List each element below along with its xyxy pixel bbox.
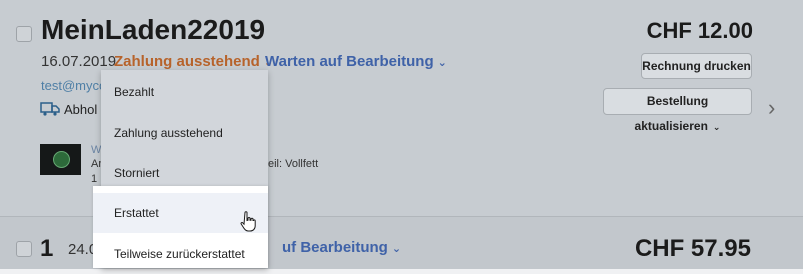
product-variant-detail: eil: Vollfett — [268, 158, 319, 170]
fulfillment-status-label: Warten auf Bearbeitung — [265, 53, 434, 70]
order-total: CHF 57.95 — [634, 235, 751, 262]
order-number: 1 — [40, 235, 54, 262]
clock-icon — [53, 151, 70, 168]
order-select-checkbox[interactable] — [16, 26, 32, 42]
print-invoice-button[interactable]: Rechnung drucken — [641, 53, 752, 79]
order-date: 16.07.2019 — [41, 53, 117, 70]
chevron-down-icon: ⌄ — [712, 122, 721, 132]
order-select-checkbox[interactable] — [16, 241, 32, 257]
fulfillment-status-label: uf Bearbeitung — [282, 239, 388, 256]
fulfillment-status-dropdown[interactable]: Warten auf Bearbeitung ⌄ — [265, 53, 447, 70]
order-total: CHF 12.00 — [646, 18, 753, 43]
delivery-method-label: Abhol — [64, 102, 98, 117]
menu-item-bezahlt[interactable]: Bezahlt — [101, 72, 268, 112]
menu-item-teilweise-zurueckerstattet[interactable]: Teilweise zurückerstattet — [93, 234, 268, 274]
update-order-button[interactable]: Bestellung aktualisieren ⌄ — [603, 88, 752, 133]
order-title: MeinLaden22019 — [41, 14, 266, 45]
chevron-down-icon: ⌄ — [391, 243, 402, 255]
payment-status-label: Zahlung ausstehend — [114, 53, 260, 70]
hand-cursor-icon — [240, 211, 256, 232]
fulfillment-status-dropdown[interactable]: uf Bearbeitung ⌄ — [282, 239, 401, 256]
truck-icon — [40, 102, 60, 116]
customer-email-link[interactable]: test@myco — [41, 78, 106, 93]
update-order-label: Bestellung aktualisieren — [634, 94, 709, 133]
chevron-right-icon[interactable]: › — [768, 95, 775, 121]
menu-item-zahlung-ausstehend[interactable]: Zahlung ausstehend — [101, 113, 268, 153]
product-name-link[interactable]: W — [91, 144, 101, 156]
product-quantity: 1 — [91, 173, 98, 185]
chevron-down-icon: ⌄ — [437, 57, 447, 69]
product-thumbnail — [40, 144, 81, 175]
payment-status-dropdown[interactable]: Zahlung ausstehend ⌄ — [114, 53, 273, 70]
